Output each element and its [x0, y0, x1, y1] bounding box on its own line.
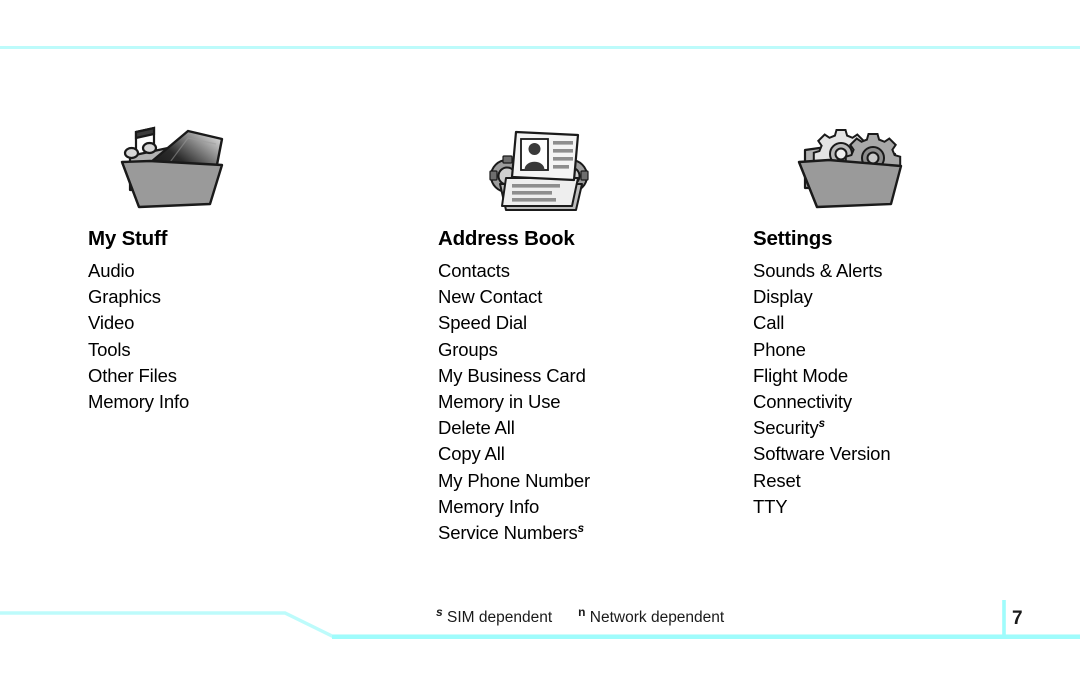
- list-item[interactable]: Flight Mode: [753, 363, 1053, 389]
- list-item-label: Groups: [438, 338, 498, 360]
- list-item-label: Software Version: [753, 443, 891, 465]
- list-item-label: Reset: [753, 469, 801, 491]
- list-item[interactable]: Other Files: [88, 363, 388, 389]
- list-item[interactable]: Tools: [88, 337, 388, 363]
- list-item[interactable]: Display: [753, 284, 1053, 310]
- bottom-accent-art: [0, 592, 1080, 670]
- list-item[interactable]: Software Version: [753, 441, 1053, 467]
- list-item[interactable]: Call: [753, 310, 1053, 336]
- list-item[interactable]: Speed Dial: [438, 310, 738, 336]
- list-item[interactable]: Service Numberss: [438, 520, 738, 546]
- list-item-label: Memory Info: [88, 391, 190, 413]
- list-item-label: Flight Mode: [753, 364, 849, 386]
- menu-columns: My Stuff Audio Graphics Video Tools Othe…: [0, 118, 1080, 578]
- list-item[interactable]: Sounds & Alerts: [753, 258, 1053, 284]
- menu-column-address-book: Address Book Contacts New Contact Speed …: [438, 118, 738, 546]
- list-item-label: Phone: [753, 338, 806, 360]
- list-item[interactable]: Memory Info: [88, 389, 388, 415]
- list-item-label: Copy All: [438, 443, 505, 465]
- list-item[interactable]: Contacts: [438, 258, 738, 284]
- menu-column-my-stuff: My Stuff Audio Graphics Video Tools Othe…: [88, 118, 388, 415]
- list-item-label: Delete All: [438, 417, 515, 439]
- sim-dependent-marker: s: [577, 522, 585, 535]
- list-item[interactable]: Reset: [753, 468, 1053, 494]
- rolodex-contact-card-icon: [438, 118, 738, 228]
- list-item[interactable]: Groups: [438, 337, 738, 363]
- list-item[interactable]: Graphics: [88, 284, 388, 310]
- list-item[interactable]: TTY: [753, 494, 1053, 520]
- list-item-label: Video: [88, 312, 135, 334]
- list-item-label: Sounds & Alerts: [753, 260, 883, 281]
- list-item-label: TTY: [753, 495, 788, 517]
- list-item[interactable]: My Phone Number: [438, 468, 738, 494]
- list-item-label: Connectivity: [753, 391, 852, 413]
- list-item-label: Contacts: [438, 260, 510, 281]
- list-item[interactable]: Video: [88, 310, 388, 336]
- list-item-label: My Phone Number: [438, 469, 590, 491]
- list-item-label: Display: [753, 286, 813, 308]
- column-title: Address Book: [438, 227, 575, 250]
- list-item[interactable]: Delete All: [438, 415, 738, 441]
- manual-page: My Stuff Audio Graphics Video Tools Othe…: [0, 0, 1080, 670]
- list-item[interactable]: Audio: [88, 258, 388, 284]
- list-item[interactable]: Connectivity: [753, 389, 1053, 415]
- menu-list: Contacts New Contact Speed Dial Groups M…: [438, 258, 738, 546]
- menu-list: Audio Graphics Video Tools Other Files M…: [88, 258, 388, 415]
- column-title: My Stuff: [88, 227, 168, 250]
- list-item-label: Security: [753, 417, 819, 439]
- page-number: 7: [1012, 608, 1023, 629]
- list-item-label: My Business Card: [438, 364, 586, 386]
- list-item-label: Audio: [88, 260, 135, 281]
- list-item[interactable]: Copy All: [438, 441, 738, 467]
- list-item[interactable]: My Business Card: [438, 363, 738, 389]
- list-item-label: Graphics: [88, 286, 161, 308]
- folder-gears-icon: [753, 118, 1053, 228]
- menu-list: Sounds & Alerts Display Call Phone Fligh…: [753, 258, 1053, 520]
- list-item[interactable]: Securitys: [753, 415, 1053, 441]
- list-item-label: Memory Info: [438, 495, 540, 517]
- menu-column-settings: Settings Sounds & Alerts Display Call Ph…: [753, 118, 1053, 520]
- sim-dependent-marker: s: [818, 418, 826, 431]
- folder-media-icon: [88, 118, 388, 228]
- list-item-label: Call: [753, 312, 785, 334]
- list-item-label: Other Files: [88, 364, 177, 386]
- list-item-label: Memory in Use: [438, 391, 561, 413]
- list-item-label: Speed Dial: [438, 312, 528, 334]
- list-item[interactable]: Memory Info: [438, 494, 738, 520]
- list-item-label: Service Numbers: [438, 522, 578, 544]
- list-item[interactable]: New Contact: [438, 284, 738, 310]
- list-item[interactable]: Memory in Use: [438, 389, 738, 415]
- top-accent-rule: [0, 46, 1080, 49]
- list-item-label: Tools: [88, 338, 131, 360]
- list-item[interactable]: Phone: [753, 337, 1053, 363]
- column-title: Settings: [753, 227, 833, 250]
- list-item-label: New Contact: [438, 286, 543, 308]
